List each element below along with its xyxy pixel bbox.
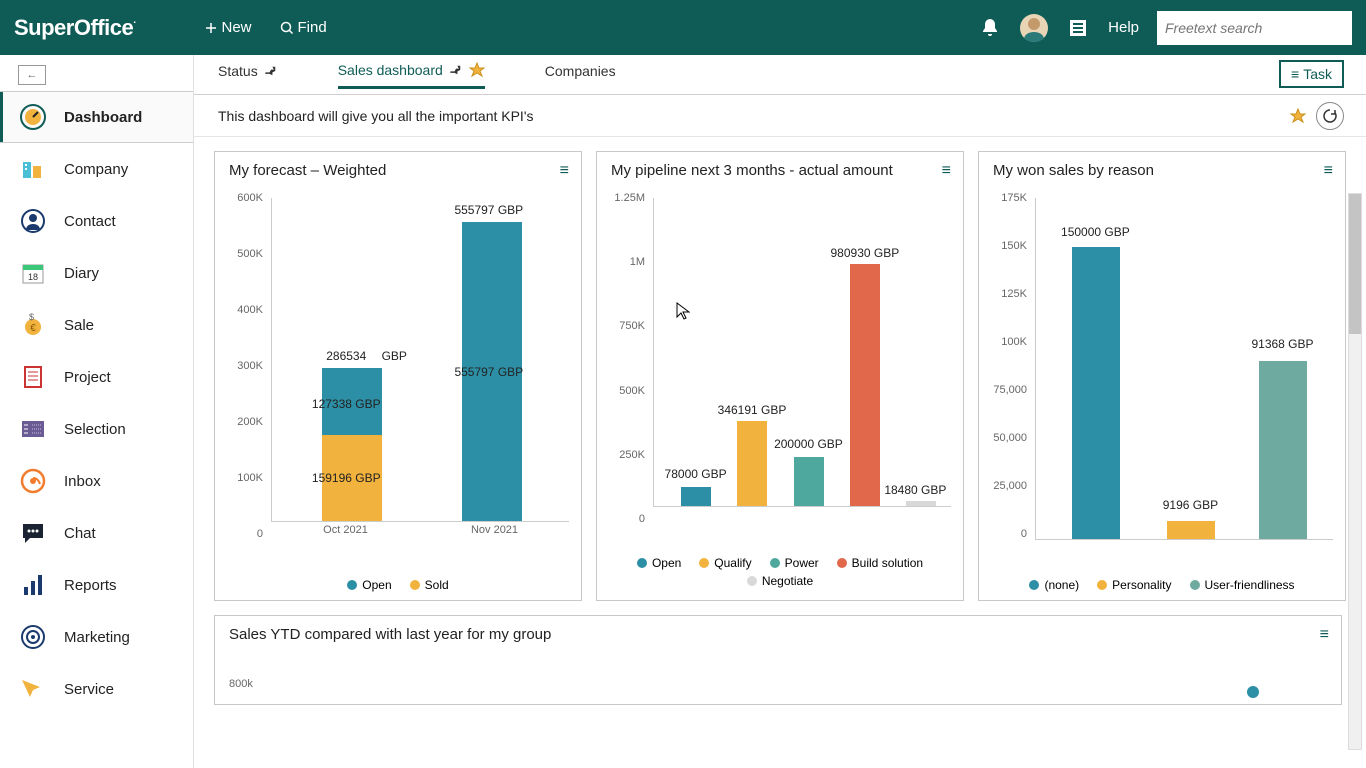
sidebar-label: Diary — [64, 265, 99, 282]
svg-text:$: $ — [29, 312, 34, 322]
main-content: Status Sales dashboard Companies ≡ Task … — [194, 55, 1366, 768]
project-icon — [18, 362, 48, 392]
sidebar-label: Dashboard — [64, 109, 142, 126]
bar-personality[interactable] — [1167, 521, 1215, 539]
bar-none[interactable] — [1072, 247, 1120, 539]
pipeline-legend: Open Qualify Power Build solution Negoti… — [597, 556, 963, 588]
bar-open[interactable] — [681, 487, 711, 506]
sidebar-item-chat[interactable]: Chat — [0, 507, 193, 559]
sidebar-item-sale[interactable]: €$ Sale — [0, 299, 193, 351]
selection-icon — [18, 414, 48, 444]
card-ytd: Sales YTD compared with last year for my… — [214, 615, 1342, 705]
service-icon — [18, 674, 48, 704]
scrollbar-thumb[interactable] — [1349, 194, 1361, 334]
sidebar: ← Dashboard Company Contact 18 Diary €$ … — [0, 55, 194, 768]
description-row: This dashboard will give you all the imp… — [194, 95, 1366, 137]
sale-icon: €$ — [18, 310, 48, 340]
bar-power[interactable] — [794, 457, 824, 506]
card-menu-icon[interactable]: ≡ — [1320, 626, 1329, 644]
inbox-icon — [18, 466, 48, 496]
tab-sales-dashboard[interactable]: Sales dashboard — [338, 62, 485, 89]
chart-point-icon — [1245, 684, 1261, 700]
won-chart: 175K150K125K100K75,00050,00025,0000 1500… — [987, 192, 1337, 540]
sidebar-label: Sale — [64, 317, 94, 334]
find-button[interactable]: Find — [280, 19, 327, 36]
sidebar-label: Marketing — [64, 629, 130, 646]
tab-companies[interactable]: Companies — [545, 63, 616, 87]
company-icon — [18, 154, 48, 184]
pin-icon — [449, 63, 463, 77]
sidebar-label: Service — [64, 681, 114, 698]
card-won-sales: My won sales by reason ≡ 175K150K125K100… — [978, 151, 1346, 601]
svg-text:€: € — [30, 323, 36, 334]
forecast-chart: 600K500K400K300K200K100K0 286534 GBP 159… — [223, 192, 573, 540]
bar-qualify[interactable] — [737, 421, 767, 506]
sidebar-item-service[interactable]: Service — [0, 663, 193, 715]
won-legend: (none) Personality User-friendliness — [979, 578, 1345, 592]
diary-icon: 18 — [18, 258, 48, 288]
search-input[interactable] — [1165, 20, 1347, 36]
task-button[interactable]: ≡ Task — [1279, 60, 1344, 88]
sidebar-label: Inbox — [64, 473, 101, 490]
card-forecast: My forecast – Weighted ≡ 600K500K400K300… — [214, 151, 582, 601]
card-title: My pipeline next 3 months - actual amoun… — [597, 152, 963, 189]
sidebar-item-marketing[interactable]: Marketing — [0, 611, 193, 663]
sidebar-label: Contact — [64, 213, 116, 230]
card-title: Sales YTD compared with last year for my… — [215, 616, 1341, 653]
tabs-row: Status Sales dashboard Companies ≡ Task — [194, 55, 1366, 95]
pipeline-chart: 1.25M1M750K500K250K0 78000 GBP 346191 GB… — [605, 192, 955, 525]
sidebar-label: Selection — [64, 421, 126, 438]
chat-icon — [18, 518, 48, 548]
bar-negotiate[interactable] — [906, 501, 936, 506]
top-right: Help — [978, 11, 1352, 45]
dashboard-icon — [18, 102, 48, 132]
sidebar-item-reports[interactable]: Reports — [0, 559, 193, 611]
sidebar-item-inbox[interactable]: Inbox — [0, 455, 193, 507]
topbar: SuperOffice. New Find Help — [0, 0, 1366, 55]
card-menu-icon[interactable]: ≡ — [1324, 162, 1333, 180]
pin-icon — [264, 64, 278, 78]
sidebar-item-company[interactable]: Company — [0, 143, 193, 195]
bar-userfriendly[interactable] — [1259, 361, 1307, 539]
card-title: My forecast – Weighted — [215, 152, 581, 189]
avatar[interactable] — [1020, 14, 1048, 42]
tab-status[interactable]: Status — [218, 63, 278, 87]
sidebar-label: Chat — [64, 525, 96, 542]
help-link[interactable]: Help — [1108, 19, 1139, 36]
collapse-sidebar-button[interactable]: ← — [18, 65, 46, 85]
scrollbar[interactable] — [1348, 193, 1362, 750]
card-menu-icon[interactable]: ≡ — [942, 162, 951, 180]
card-pipeline: My pipeline next 3 months - actual amoun… — [596, 151, 964, 601]
sidebar-item-project[interactable]: Project — [0, 351, 193, 403]
sidebar-label: Company — [64, 161, 128, 178]
top-actions: New Find — [205, 19, 326, 36]
bar-build[interactable] — [850, 264, 880, 506]
sidebar-item-diary[interactable]: 18 Diary — [0, 247, 193, 299]
svg-text:18: 18 — [28, 272, 38, 282]
forecast-legend: Open Sold — [215, 578, 581, 592]
dashboard-cards: My forecast – Weighted ≡ 600K500K400K300… — [194, 137, 1366, 768]
refresh-button[interactable] — [1316, 102, 1344, 130]
sidebar-label: Project — [64, 369, 111, 386]
ytd-ylabel: 800k — [229, 678, 253, 690]
search-box[interactable] — [1157, 11, 1352, 45]
logo: SuperOffice. — [14, 15, 135, 41]
favorite-star-icon[interactable] — [1290, 108, 1306, 124]
reports-icon — [18, 570, 48, 600]
sidebar-item-contact[interactable]: Contact — [0, 195, 193, 247]
contact-icon — [18, 206, 48, 236]
sidebar-label: Reports — [64, 577, 117, 594]
sidebar-item-selection[interactable]: Selection — [0, 403, 193, 455]
star-icon[interactable] — [469, 62, 485, 78]
description-text: This dashboard will give you all the imp… — [218, 108, 534, 124]
bell-icon[interactable] — [978, 16, 1002, 40]
marketing-icon — [18, 622, 48, 652]
card-title: My won sales by reason — [979, 152, 1345, 189]
new-button[interactable]: New — [205, 19, 251, 36]
sidebar-item-dashboard[interactable]: Dashboard — [0, 91, 193, 143]
menu-icon[interactable] — [1066, 16, 1090, 40]
card-menu-icon[interactable]: ≡ — [560, 162, 569, 180]
